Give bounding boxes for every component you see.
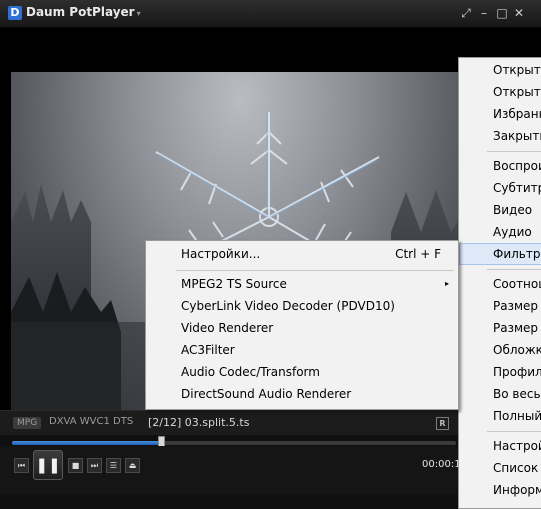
close-button[interactable]: ✕ (512, 6, 526, 20)
time-display: 00:00:1 (422, 459, 461, 470)
codec-info: DXVA WVC1 DTS (49, 416, 134, 427)
filters-submenu: Настройки... Ctrl + F MPEG2 TS Source ▸ … (145, 240, 459, 410)
previous-button[interactable]: ⏮ (14, 458, 29, 473)
repeat-badge-icon[interactable]: R (436, 417, 449, 430)
menu-item-playback[interactable]: Воспрои (459, 155, 541, 177)
menu-item-video-renderer[interactable]: Video Renderer (146, 317, 458, 339)
menu-item-frame-size[interactable]: Размер к (459, 317, 541, 339)
seek-progress (12, 441, 161, 445)
menu-item-subtitles[interactable]: Субтитр (459, 177, 541, 199)
app-menu-arrow-icon[interactable]: ▾ (137, 9, 141, 18)
shortcut-label: Ctrl + F (395, 247, 441, 261)
app-title[interactable]: Daum PotPlayer ▾ (26, 5, 141, 19)
menu-item-filter-settings[interactable]: Настройки... Ctrl + F (146, 243, 458, 265)
menu-separator (176, 270, 454, 271)
menu-item-filters[interactable]: Фильтры (459, 243, 541, 265)
menu-item-video-decoder[interactable]: CyberLink Video Decoder (PDVD10) (146, 295, 458, 317)
playlist-button[interactable]: ☰ (106, 458, 121, 473)
menu-item-video[interactable]: Видео (459, 199, 541, 221)
menu-item-favorites[interactable]: Избранн (459, 103, 541, 125)
always-on-top-icon[interactable]: ⤢ (459, 6, 473, 20)
menu-item-settings[interactable]: Настрой (459, 435, 541, 457)
playlist-status: [2/12] 03.split.5.ts (148, 416, 250, 429)
play-pause-button[interactable]: ❚❚ (33, 450, 63, 480)
menu-item-skins[interactable]: Обложки (459, 339, 541, 361)
stop-button[interactable]: ■ (68, 458, 83, 473)
menu-separator (487, 431, 541, 432)
submenu-arrow-icon: ▸ (444, 279, 449, 288)
main-context-menu: Открыть Открыть Избранн Закрыть Воспрои … (458, 57, 541, 509)
app-name: Daum PotPlayer (26, 5, 135, 19)
menu-item-audio-codec[interactable]: Audio Codec/Transform (146, 361, 458, 383)
menu-separator (487, 151, 541, 152)
title-bar[interactable]: D Daum PotPlayer ▾ ⤢ – □ ✕ (0, 0, 541, 28)
menu-separator (487, 269, 541, 270)
menu-item-close[interactable]: Закрыть (459, 125, 541, 147)
menu-item-profiles[interactable]: Профили (459, 361, 541, 383)
menu-item-open-1[interactable]: Открыть (459, 59, 541, 81)
menu-item-window-size[interactable]: Размер о (459, 295, 541, 317)
eject-button[interactable]: ⏏ (125, 458, 140, 473)
menu-item-ac3filter[interactable]: AC3Filter (146, 339, 458, 361)
menu-item-open-2[interactable]: Открыть (459, 81, 541, 103)
menu-item-mpeg2-ts-source[interactable]: MPEG2 TS Source ▸ (146, 273, 458, 295)
minimize-button[interactable]: – (477, 6, 491, 20)
next-button[interactable]: ⏭ (87, 458, 102, 473)
maximize-button[interactable]: □ (495, 6, 509, 20)
seek-bar[interactable] (12, 436, 456, 450)
container-badge: MPG (13, 417, 42, 429)
menu-item-aspect-ratio[interactable]: Соотнош (459, 273, 541, 295)
menu-item-info[interactable]: Информ (459, 479, 541, 501)
menu-item-full-window[interactable]: Во весь э (459, 383, 541, 405)
menu-item-fullscreen[interactable]: Полный (459, 405, 541, 427)
menu-item-audio-renderer[interactable]: DirectSound Audio Renderer (146, 383, 458, 405)
menu-item-playlist[interactable]: Список в (459, 457, 541, 479)
menu-item-audio[interactable]: Аудио (459, 221, 541, 243)
app-logo-icon: D (8, 6, 22, 20)
